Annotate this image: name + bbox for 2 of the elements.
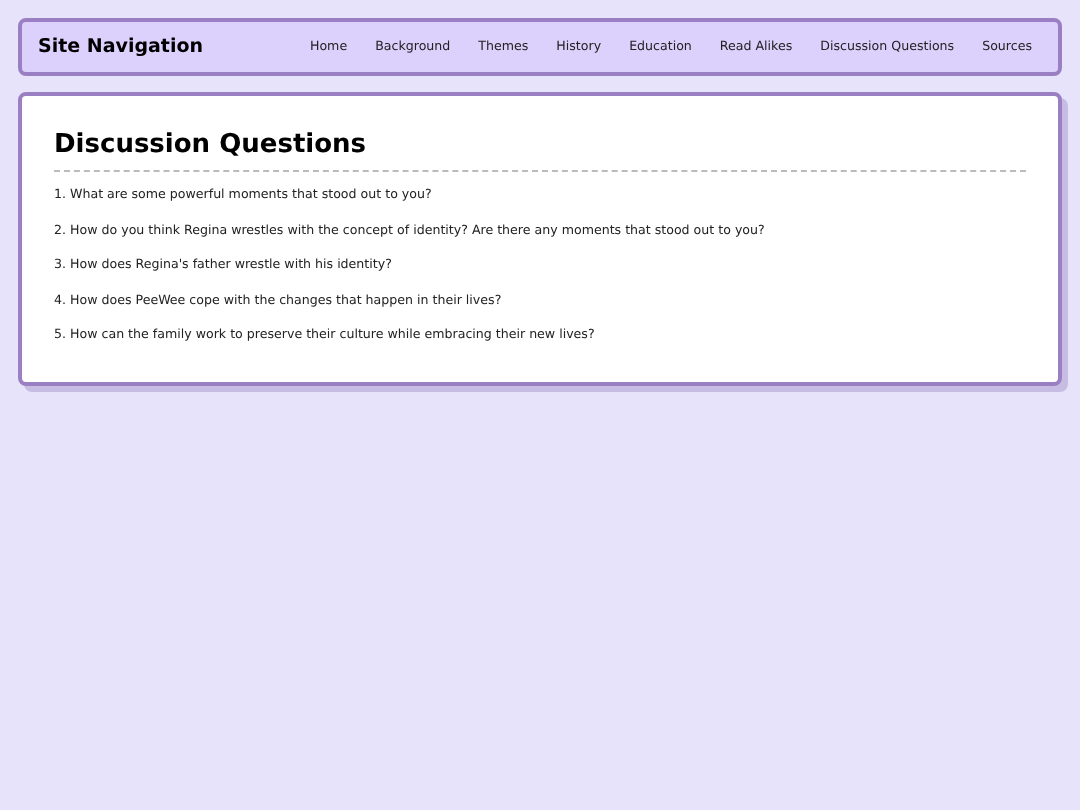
- site-title: Site Navigation: [38, 36, 203, 58]
- page-heading: Discussion Questions: [54, 130, 369, 160]
